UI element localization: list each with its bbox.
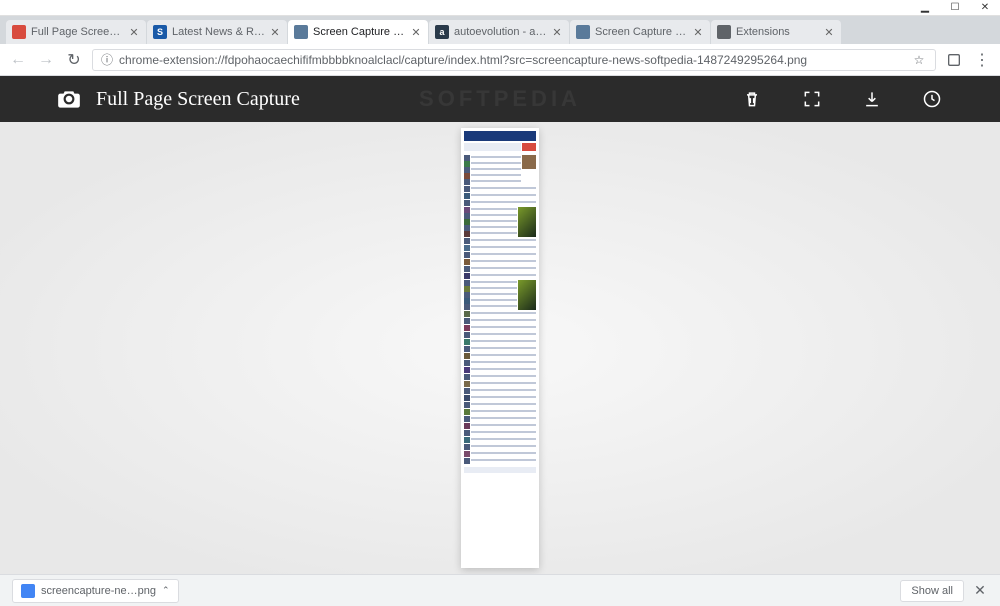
tab-favicon-icon bbox=[717, 25, 731, 39]
extension-logo: Full Page Screen Capture bbox=[56, 86, 300, 112]
tab-favicon-icon bbox=[576, 25, 590, 39]
capture-viewport bbox=[0, 122, 1000, 574]
browser-tab[interactable]: S Latest News & Reviews ✕ bbox=[147, 20, 287, 44]
browser-tab[interactable]: Screen Capture Result ✕ bbox=[570, 20, 710, 44]
tab-close-icon[interactable]: ✕ bbox=[551, 26, 563, 38]
tab-close-icon[interactable]: ✕ bbox=[823, 26, 835, 38]
bookmark-star-icon[interactable]: ☆ bbox=[911, 52, 927, 68]
captured-screenshot-thumbnail[interactable] bbox=[461, 128, 539, 568]
window-titlebar: ▁ ☐ ✕ bbox=[0, 0, 1000, 16]
extension-toolbar bbox=[740, 87, 944, 111]
url-input[interactable]: ⓘ chrome-extension://fdpohaocaechififmbb… bbox=[92, 49, 936, 71]
extension-icon[interactable] bbox=[944, 50, 964, 70]
expand-icon bbox=[802, 89, 822, 109]
fullscreen-button[interactable] bbox=[800, 87, 824, 111]
browser-tab[interactable]: Full Page Screen Captu ✕ bbox=[6, 20, 146, 44]
reload-button[interactable]: ↻ bbox=[64, 50, 84, 70]
tab-favicon-icon bbox=[294, 25, 308, 39]
browser-tab[interactable]: Extensions ✕ bbox=[711, 20, 841, 44]
close-downloads-bar-button[interactable]: ✕ bbox=[972, 583, 988, 599]
tab-favicon-icon: a bbox=[435, 25, 449, 39]
site-info-icon[interactable]: ⓘ bbox=[101, 51, 113, 68]
tab-close-icon[interactable]: ✕ bbox=[128, 26, 140, 38]
extension-header: SOFTPEDIA Full Page Screen Capture bbox=[0, 76, 1000, 122]
browser-menu-button[interactable]: ⋮ bbox=[972, 50, 992, 70]
tab-title: Full Page Screen Captu bbox=[31, 26, 124, 38]
tab-close-icon[interactable]: ✕ bbox=[410, 26, 422, 38]
browser-tab-strip: Full Page Screen Captu ✕ S Latest News &… bbox=[0, 16, 1000, 44]
watermark-text: SOFTPEDIA bbox=[419, 86, 581, 112]
tab-favicon-icon bbox=[12, 25, 26, 39]
back-button[interactable]: ← bbox=[8, 50, 28, 70]
download-item[interactable]: screencapture-ne…png ⌃ bbox=[12, 579, 179, 603]
download-icon bbox=[862, 89, 882, 109]
browser-tab[interactable]: a autoevolution - autom ✕ bbox=[429, 20, 569, 44]
download-chevron-icon[interactable]: ⌃ bbox=[162, 585, 170, 596]
history-button[interactable] bbox=[920, 87, 944, 111]
forward-button[interactable]: → bbox=[36, 50, 56, 70]
browser-tab-active[interactable]: Screen Capture Result ✕ bbox=[288, 20, 428, 44]
tab-title: Extensions bbox=[736, 26, 819, 38]
downloads-bar: screencapture-ne…png ⌃ Show all ✕ bbox=[0, 574, 1000, 606]
trash-icon bbox=[742, 89, 762, 109]
show-all-downloads-button[interactable]: Show all bbox=[900, 580, 964, 602]
delete-button[interactable] bbox=[740, 87, 764, 111]
tab-favicon-icon: S bbox=[153, 25, 167, 39]
file-type-icon bbox=[21, 584, 35, 598]
url-text: chrome-extension://fdpohaocaechififmbbbb… bbox=[119, 53, 905, 67]
window-maximize-button[interactable]: ☐ bbox=[940, 0, 970, 16]
extension-title: Full Page Screen Capture bbox=[96, 88, 300, 111]
browser-address-bar: ← → ↻ ⓘ chrome-extension://fdpohaocaechi… bbox=[0, 44, 1000, 76]
tab-title: autoevolution - autom bbox=[454, 26, 547, 38]
window-close-button[interactable]: ✕ bbox=[970, 0, 1000, 16]
tab-close-icon[interactable]: ✕ bbox=[269, 26, 281, 38]
tab-title: Screen Capture Result bbox=[595, 26, 688, 38]
history-icon bbox=[922, 89, 942, 109]
window-minimize-button[interactable]: ▁ bbox=[910, 0, 940, 16]
tab-title: Screen Capture Result bbox=[313, 26, 406, 38]
download-file-name: screencapture-ne…png bbox=[41, 585, 156, 597]
camera-icon bbox=[56, 86, 82, 112]
tab-title: Latest News & Reviews bbox=[172, 26, 265, 38]
download-button[interactable] bbox=[860, 87, 884, 111]
tab-close-icon[interactable]: ✕ bbox=[692, 26, 704, 38]
